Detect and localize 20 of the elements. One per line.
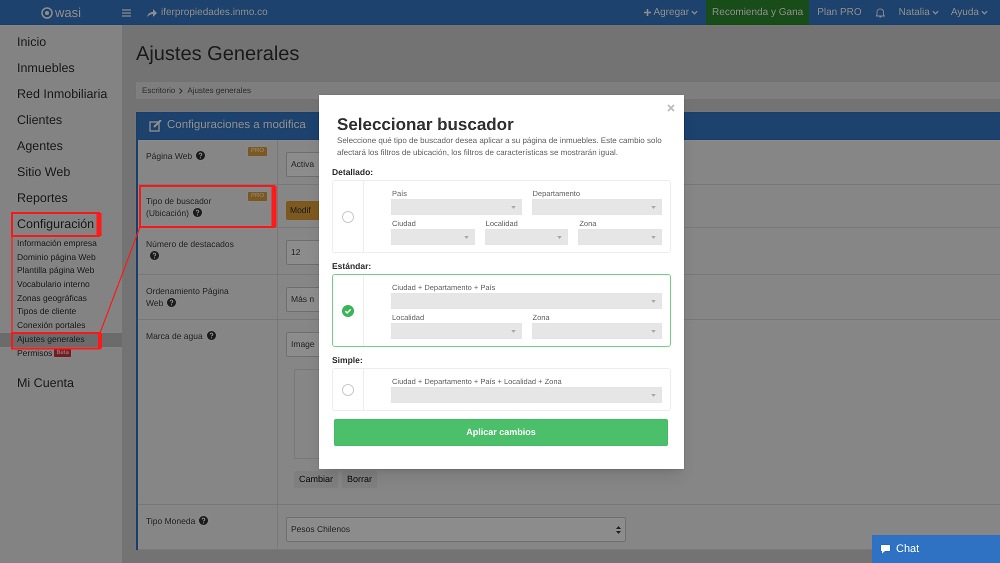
sidebar-subitem-label: Dominio página Web xyxy=(17,250,96,264)
sidebar-subitem-label: Vocabulario interno xyxy=(17,278,90,292)
setting-label: Tipo de buscador (Ubicación) xyxy=(146,195,212,219)
sidebar-subitem-label: Conexión portales xyxy=(17,319,86,332)
logo-text: wasi xyxy=(54,4,81,22)
setting-label: Marca de agua xyxy=(146,330,246,342)
dialog-title: Seleccionar buscador xyxy=(337,115,515,135)
setting-label: Ordenamiento Página Web xyxy=(146,285,230,309)
sidebar-subitem-label: Plantilla página Web xyxy=(17,264,94,278)
sidebar-subitem-label: Zonas geográficas xyxy=(17,292,87,305)
sidebar-subitem-label: Ajustes generales xyxy=(17,332,85,346)
panel-title: Configuraciones a modifica xyxy=(167,118,306,134)
sidebar-subitem-label: Información empresa xyxy=(17,237,97,250)
sidebar-subitem-label: Tipos de cliente xyxy=(17,305,76,318)
page-title: Ajustes Generales xyxy=(136,42,300,67)
sidebar-subitem-label: Permisos xyxy=(17,346,52,360)
setting-label: Página Web xyxy=(146,150,246,162)
option-label: Simple: xyxy=(332,355,364,366)
setting-label: Tipo Moneda xyxy=(146,515,246,527)
setting-label: Número de destacados xyxy=(146,238,246,262)
